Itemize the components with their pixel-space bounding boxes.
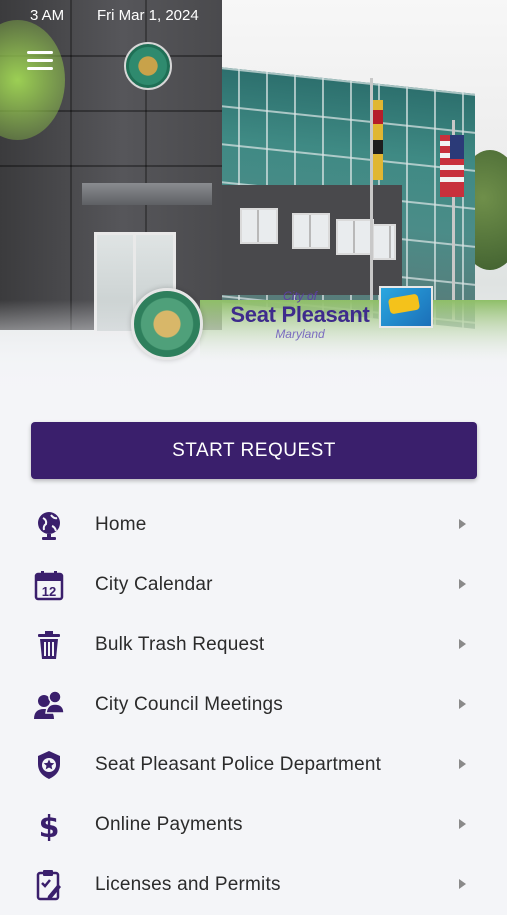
menu-item-bulk-trash-request[interactable]: Bulk Trash Request — [0, 615, 507, 675]
city-seal-logo — [131, 288, 203, 360]
tower-seam — [70, 0, 72, 330]
chevron-right-icon — [459, 579, 466, 589]
building-window — [292, 213, 330, 249]
logo-state: Maryland — [275, 327, 325, 341]
building-window — [336, 219, 374, 255]
entrance-canopy — [82, 183, 212, 205]
chevron-right-icon — [459, 819, 466, 829]
tower-seam — [0, 165, 222, 167]
menu-item-label: Online Payments — [95, 814, 243, 835]
chevron-right-icon — [459, 519, 466, 529]
menu-item-label: Bulk Trash Request — [95, 634, 265, 655]
status-date: Fri Mar 1, 2024 — [97, 7, 199, 24]
menu-item-label: City Council Meetings — [95, 694, 283, 715]
start-request-button[interactable]: START REQUEST — [31, 422, 477, 479]
event-banner — [379, 286, 433, 328]
svg-text:12: 12 — [42, 584, 56, 599]
building-window — [240, 208, 278, 244]
chevron-right-icon — [459, 879, 466, 889]
calendar-icon: 12 — [34, 571, 64, 601]
status-bar: 3 AM Fri Mar 1, 2024 — [0, 0, 507, 30]
menu-item-online-payments[interactable]: $ Online Payments — [0, 795, 507, 855]
menu-item-label: Seat Pleasant Police Department — [95, 754, 382, 775]
menu-item-label: City Calendar — [95, 574, 213, 595]
menu-item-label: Licenses and Permits — [95, 874, 281, 895]
status-time: 3 AM — [30, 7, 65, 24]
globe-icon — [38, 512, 60, 540]
menu-item-home[interactable]: Home — [0, 495, 507, 555]
chevron-right-icon — [459, 759, 466, 769]
hamburger-menu-icon[interactable] — [27, 51, 53, 71]
menu-list: Home 12 City Calendar Bulk Trash Request — [0, 495, 507, 915]
menu-item-city-calendar[interactable]: 12 City Calendar — [0, 555, 507, 615]
police-badge-icon — [38, 751, 60, 779]
building-window — [372, 224, 396, 260]
maryland-flag — [373, 100, 383, 180]
logo-city-name: Seat Pleasant — [230, 302, 370, 327]
svg-text:$: $ — [39, 810, 60, 841]
chevron-right-icon — [459, 639, 466, 649]
trash-icon — [38, 631, 60, 659]
menu-item-police-department[interactable]: Seat Pleasant Police Department — [0, 735, 507, 795]
building-seal — [124, 42, 172, 90]
people-icon — [34, 690, 65, 719]
menu-item-label: Home — [95, 514, 147, 535]
menu-item-licenses-and-permits[interactable]: Licenses and Permits — [0, 855, 507, 915]
us-flag — [440, 135, 464, 197]
chevron-right-icon — [459, 699, 466, 709]
dollar-icon: $ — [39, 810, 60, 841]
menu-item-city-council-meetings[interactable]: City Council Meetings — [0, 675, 507, 735]
logo-prefix: City of — [282, 289, 317, 303]
city-logo: City of Seat Pleasant Maryland — [210, 290, 390, 340]
clipboard-icon — [36, 870, 61, 901]
hero-image: City of Seat Pleasant Maryland 3 AM Fri … — [0, 0, 507, 405]
